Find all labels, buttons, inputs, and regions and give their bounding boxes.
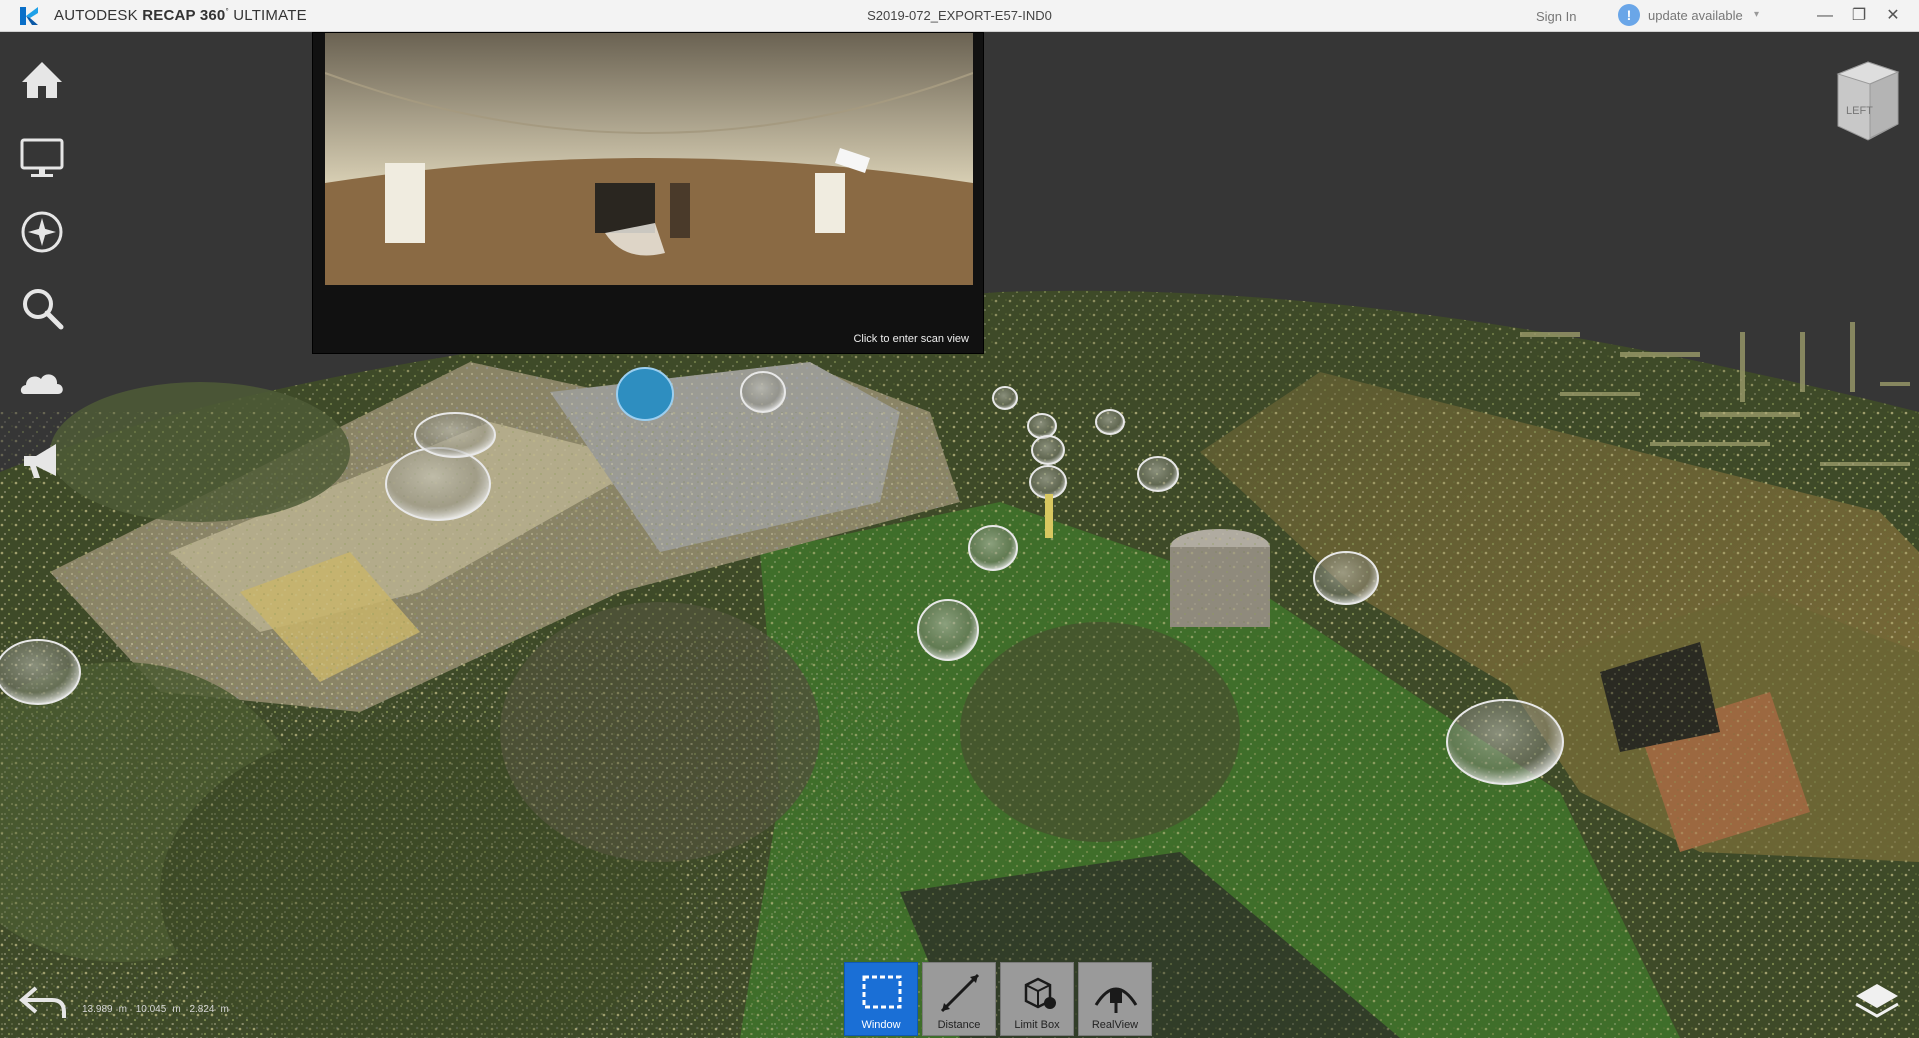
brand-suffix: ULTIMATE (233, 7, 307, 24)
coord-z-unit: m (220, 1004, 229, 1015)
restore-button[interactable]: ❐ (1846, 4, 1872, 28)
document-title: S2019-072_EXPORT-E57-IND0 (867, 8, 1052, 23)
coord-z: 2.824 (189, 1004, 215, 1015)
coord-y-unit: m (172, 1004, 181, 1015)
close-button[interactable]: ✕ (1880, 4, 1906, 28)
display-settings-button[interactable] (14, 128, 70, 184)
search-button[interactable] (14, 280, 70, 336)
coord-y: 10.045 (135, 1004, 167, 1015)
brand-product: RECAP 360 (142, 7, 226, 24)
minimize-button[interactable]: — (1812, 4, 1838, 28)
update-dropdown-icon[interactable]: ▾ (1754, 9, 1759, 20)
app-title: AUTODESK RECAP 360° ULTIMATE (54, 7, 307, 24)
home-button[interactable] (14, 52, 70, 108)
viewcube-face-label: LEFT (1846, 105, 1873, 117)
home-icon (22, 62, 62, 98)
limit-box-tool-label: Limit Box (1014, 1019, 1060, 1031)
point-cloud-viewport[interactable]: Click to enter scan view LEFT Window Dis… (0, 32, 1919, 1038)
window-selection-icon (862, 975, 902, 1009)
cloud-icon (20, 374, 63, 394)
realview-icon (1094, 987, 1138, 1013)
measure-distance-icon (940, 973, 980, 1013)
scan-view-hint[interactable]: Click to enter scan view (853, 333, 969, 345)
navigation-button[interactable] (14, 204, 70, 260)
update-alert-icon[interactable]: ! (1618, 4, 1640, 26)
coord-x-unit: m (118, 1004, 127, 1015)
limit-box-icon (1024, 977, 1056, 1009)
megaphone-icon (24, 444, 56, 478)
update-available-link[interactable]: update available (1648, 8, 1743, 23)
view-cube[interactable]: LEFT (1828, 54, 1904, 146)
coord-x: 13.989 (82, 1004, 113, 1015)
window-select-tool[interactable]: Window (844, 962, 918, 1036)
monitor-icon (20, 138, 64, 177)
back-arrow-icon[interactable] (18, 982, 68, 1022)
sign-in-link[interactable]: Sign In (1536, 9, 1576, 24)
search-icon (23, 289, 64, 330)
title-bar: AUTODESK RECAP 360° ULTIMATE S2019-072_E… (0, 0, 1919, 32)
layers-icon[interactable] (1852, 976, 1902, 1026)
coordinate-readout: 13.989 m 10.045 m 2.824 m (82, 1004, 235, 1015)
limit-box-tool[interactable]: Limit Box (1000, 962, 1074, 1036)
distance-tool-label: Distance (937, 1019, 981, 1031)
realview-tool[interactable]: RealView (1078, 962, 1152, 1036)
brand-prefix: AUTODESK (54, 7, 138, 24)
cloud-button[interactable] (14, 356, 70, 412)
announcements-button[interactable] (14, 432, 70, 488)
scan-preview-panel[interactable]: Click to enter scan view (312, 32, 984, 354)
recap-logo-icon (20, 7, 38, 25)
realview-tool-label: RealView (1091, 1019, 1139, 1031)
compass-icon (21, 211, 63, 253)
distance-tool[interactable]: Distance (922, 962, 996, 1036)
window-tool-label: Window (861, 1019, 901, 1031)
panorama-thumbnail[interactable] (325, 33, 973, 285)
